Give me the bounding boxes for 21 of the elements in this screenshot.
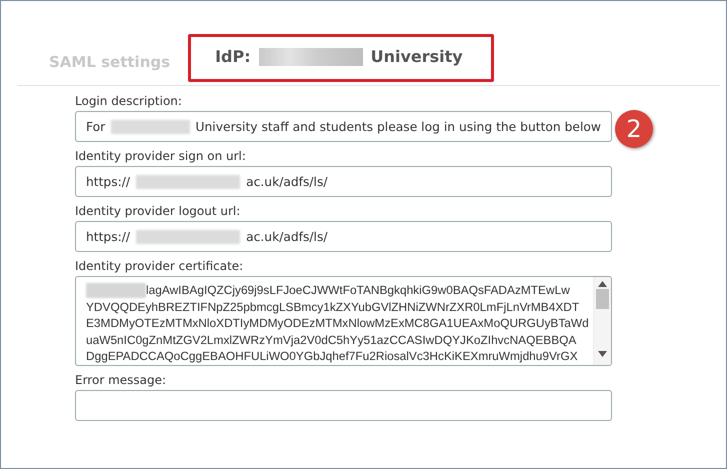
certificate-text-line: YDVQQDEyhBREZTIFNpZ25pbmcgLSBmcy1kZXYubGVlZHNiZWNrZXR0LmFjLnVrMB4XDT [86,300,580,314]
input-field[interactable]: https:// ac.uk/adfs/ls/ [75,166,612,197]
field-value: https:// [86,230,130,244]
field-label: Identity provider certificate: [75,259,244,273]
field-label: Error message: [75,373,168,387]
input-field[interactable]: https:// ac.uk/adfs/ls/ [75,221,612,252]
certificate-text-line: lagAwIBAgIQZCjy69j9sLFJoeCJWWtFoTANBgkqhkiG9w0BAQsFADAzMTEwLw [146,283,570,297]
field-value: https:// [86,174,130,188]
callout-badge: 2 [615,110,653,148]
tab[interactable]: IdP: University [215,47,463,66]
field-value: ac.uk/adfs/ls/ [246,230,328,244]
field-label: Identity provider sign on url: [75,149,247,163]
certificate-text-line: DggEPADCCAQoCggEBAOHFULiWO0YGbJqhef7Fu2RiosalVc3HcKiKEXmruWmjdhu9VrGX [86,349,578,363]
field-value: University staff and students please log in using the button below [196,120,601,134]
field-value: For [86,120,106,134]
field-label: Login description: [75,94,183,108]
field-label: Identity provider logout url: [75,204,242,218]
certificate-text-line: uaW5nIC0gZnMtZGV2LmxlZWRzYmVja2V0dC5hYy51azCCASIwDQYJKoZIhvcNAQEBBQA [86,332,576,346]
certificate-text-line: E3MDMyOTEzMTMxNloXDTIyMDMyODEzMTMxNlowMzExMC8GA1UEAxMoQURGUyBTaWd [86,316,589,330]
input-field[interactable]: For University staff and students please log in using the button below [75,111,612,142]
field-value: ac.uk/adfs/ls/ [246,174,328,188]
